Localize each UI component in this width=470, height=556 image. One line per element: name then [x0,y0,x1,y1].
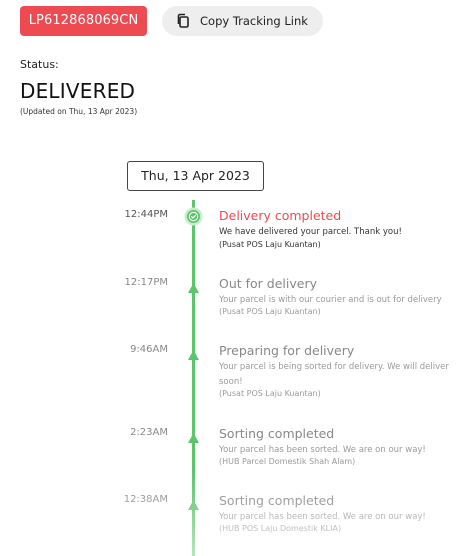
event-title: Delivery completed [219,208,342,223]
status-label: Status: [20,58,59,71]
event-time: 12:38AM [123,494,168,505]
event-description: Your parcel has been sorted. We are on o… [219,512,426,522]
event-description: Your parcel has been sorted. We are on o… [219,445,426,455]
event-time: 2:23AM [130,427,168,438]
event-location: (HUB POS Laju Domestik KLIA) [219,524,342,533]
event-location: (Pusat POS Laju Kuantan) [219,307,321,316]
arrow-up-icon [188,428,199,447]
timeline-date-header: Thu, 13 Apr 2023 [127,161,264,191]
status-value: DELIVERED [20,79,136,103]
event-description: Your parcel is with our courier and is o… [219,295,442,305]
event-location: (HUB Parcel Domestik Shah Alam) [219,457,356,466]
copy-tracking-link-button[interactable]: Copy Tracking Link [162,6,323,36]
arrow-up-icon [188,495,199,514]
event-time: 9:46AM [130,344,168,355]
copy-tracking-link-label: Copy Tracking Link [200,14,308,28]
event-description: We have delivered your parcel. Thank you… [219,227,402,237]
event-description: Your parcel is being sorted for delivery… [219,362,449,387]
event-title: Sorting completed [219,493,335,508]
event-title: Out for delivery [219,276,317,291]
copy-icon [175,13,191,29]
event-location: (Pusat POS Laju Kuantan) [219,240,321,249]
event-time: 12:17PM [124,277,168,288]
event-title: Sorting completed [219,426,335,441]
event-title: Preparing for delivery [219,343,355,358]
arrow-up-icon [188,278,199,297]
tracking-number-badge: LP612868069CN [20,6,147,36]
event-time: 12:44PM [124,209,168,220]
arrow-up-icon [188,345,199,364]
event-location: (Pusat POS Laju Kuantan) [219,389,321,398]
status-updated-date: (Updated on Thu, 13 Apr 2023) [20,107,138,116]
check-circle-icon [184,207,203,230]
